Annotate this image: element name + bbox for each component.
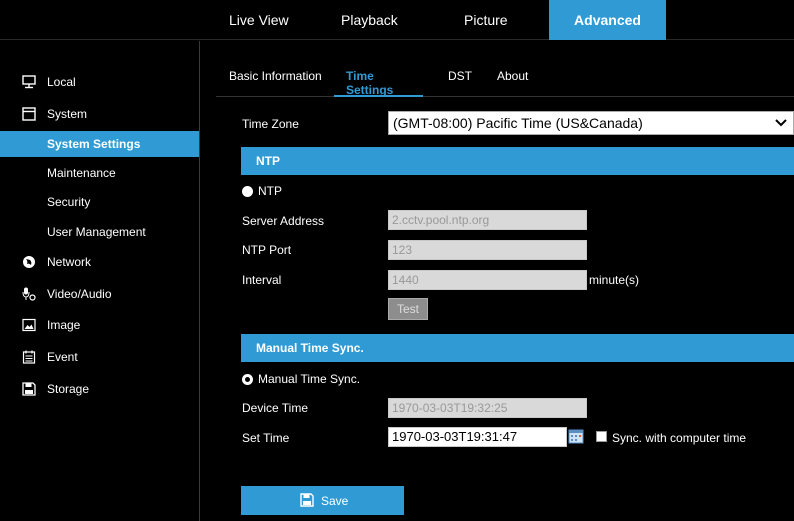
top-navigation: Live View Playback Picture Advanced [0,0,794,40]
sidebar: Local System System Settings Maintenance… [0,41,200,521]
chevron-down-icon [775,119,787,127]
server-address-field[interactable]: 2.cctv.pool.ntp.org [388,210,587,230]
subtab-basic-information[interactable]: Basic Information [229,69,322,97]
ntp-section-title: NTP [256,154,280,168]
ntp-port-label: NTP Port [242,243,292,257]
ntp-port-field[interactable]: 123 [388,240,587,260]
manual-sync-section-title: Manual Time Sync. [256,341,364,355]
sidebar-item-maintenance[interactable]: Maintenance [0,160,199,186]
set-time-label: Set Time [242,431,290,445]
sidebar-item-security[interactable]: Security [0,189,199,215]
monitor-icon [22,75,36,89]
calendar-icon [22,350,36,364]
tab-picture[interactable]: Picture [464,0,508,40]
calendar-picker-icon[interactable] [568,428,584,444]
image-icon [22,318,36,332]
tab-playback[interactable]: Playback [341,0,398,40]
save-button[interactable]: Save [241,486,404,515]
time-zone-label: Time Zone [242,117,299,131]
save-label: Save [321,494,349,508]
sidebar-item-event[interactable]: Event [0,344,199,370]
time-zone-value: (GMT-08:00) Pacific Time (US&Canada) [393,115,643,131]
sidebar-item-system[interactable]: System [0,101,199,127]
test-button[interactable]: Test [388,298,428,320]
interval-unit: minute(s) [589,273,640,287]
sidebar-item-label: Network [47,255,92,269]
server-address-label: Server Address [242,214,325,228]
sync-computer-time-label: Sync. with computer time [612,431,747,445]
microphone-icon [22,287,36,301]
set-time-field[interactable]: 1970-03-03T19:31:47 [388,427,567,447]
sync-computer-time-checkbox[interactable] [596,431,607,442]
manual-sync-radio-label: Manual Time Sync. [258,372,361,386]
sidebar-item-label: Storage [47,382,90,396]
ntp-radio-label: NTP [258,184,282,198]
sidebar-item-label: Event [47,350,78,364]
tab-advanced[interactable]: Advanced [549,0,666,40]
sidebar-item-label: Security [47,195,91,209]
sidebar-item-local[interactable]: Local [0,69,199,95]
sidebar-item-storage[interactable]: Storage [0,376,199,402]
manual-sync-section-header: Manual Time Sync. [241,334,794,362]
ntp-section-header: NTP [241,147,794,175]
window-icon [22,107,36,121]
floppy-icon [300,493,314,507]
sidebar-item-image[interactable]: Image [0,312,199,338]
sidebar-item-system-settings[interactable]: System Settings [0,131,199,157]
subtab-time-settings[interactable]: Time Settings [334,69,423,97]
sidebar-item-network[interactable]: Network [0,249,199,275]
ntp-radio[interactable] [242,186,253,197]
sidebar-item-label: Image [47,318,81,332]
sidebar-item-user-management[interactable]: User Management [0,219,199,245]
sidebar-item-label: Video/Audio [47,287,112,301]
tab-live-view[interactable]: Live View [229,0,289,40]
device-time-label: Device Time [242,401,309,415]
device-time-field: 1970-03-03T19:32:25 [388,398,587,418]
subtab-bar: Basic Information Time Settings DST Abou… [216,61,794,97]
sidebar-item-label: System Settings [47,137,141,151]
globe-icon [23,256,35,268]
subtab-dst[interactable]: DST [448,69,472,97]
sidebar-item-label: User Management [47,225,146,239]
sidebar-item-label: Local [47,75,76,89]
sidebar-item-label: System [47,107,88,121]
sidebar-item-video-audio[interactable]: Video/Audio [0,281,199,307]
interval-field[interactable]: 1440 [388,270,587,290]
time-zone-select[interactable]: (GMT-08:00) Pacific Time (US&Canada) [388,111,794,135]
sidebar-item-label: Maintenance [47,166,116,180]
floppy-icon [22,382,36,396]
manual-sync-radio[interactable] [242,374,253,385]
interval-label: Interval [242,273,282,287]
subtab-about[interactable]: About [497,69,528,97]
